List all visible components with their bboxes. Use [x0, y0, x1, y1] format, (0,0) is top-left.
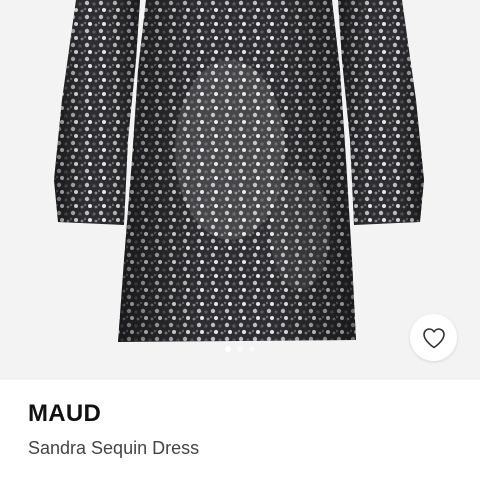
favorite-button[interactable] — [410, 314, 457, 361]
gallery-dot[interactable] — [237, 346, 243, 352]
gallery-dot[interactable] — [249, 346, 255, 352]
brand-name[interactable]: MAUD — [28, 400, 101, 428]
heart-outline-icon — [422, 327, 445, 348]
product-card[interactable]: MAUD Sandra Sequin Dress — [0, 0, 480, 480]
product-image-container[interactable] — [0, 0, 480, 380]
gallery-dots — [0, 346, 480, 354]
product-image[interactable] — [0, 0, 480, 380]
product-name[interactable]: Sandra Sequin Dress — [28, 438, 199, 459]
gallery-dot-active[interactable] — [225, 346, 231, 352]
